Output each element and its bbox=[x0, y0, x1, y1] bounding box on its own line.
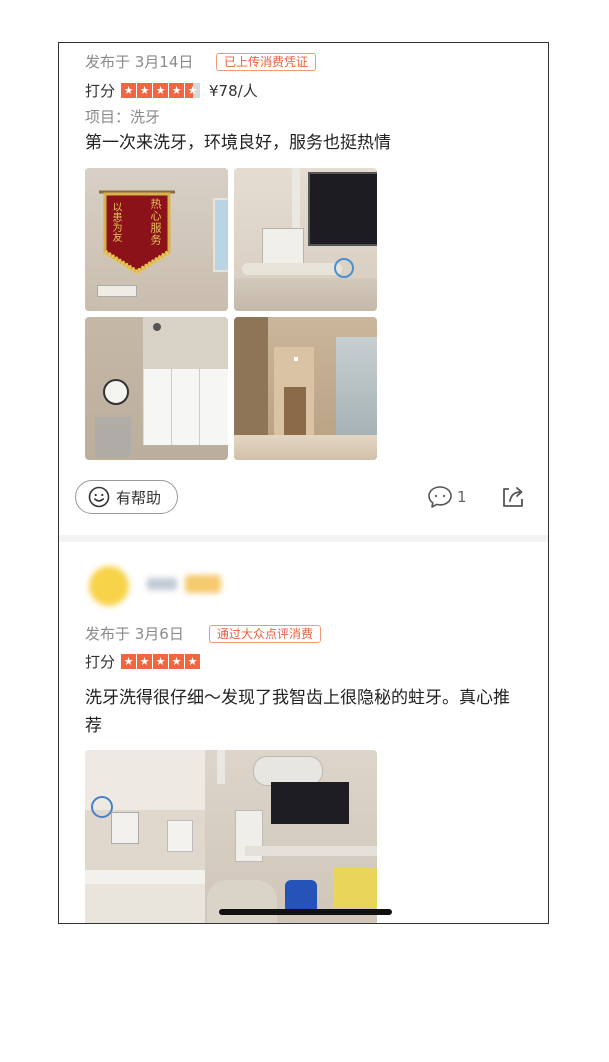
comment-button[interactable]: 1 bbox=[427, 485, 467, 509]
star-icon: ★ bbox=[137, 653, 153, 669]
half-star-icon: ★ bbox=[185, 82, 201, 98]
receipt-badge: 已上传消费凭证 bbox=[216, 53, 317, 71]
review-card-2: 发布于 3月6日 通过大众点评消费 打分 ★ ★ ★ ★ ★ 洗牙洗得很仔细～发… bbox=[59, 542, 548, 923]
share-icon bbox=[503, 487, 523, 507]
score-row: 打分 ★ ★ ★ ★ ★ ¥78/人 bbox=[85, 79, 258, 101]
review-text[interactable]: 第一次来洗牙，环境良好，服务也挺热情 bbox=[85, 129, 522, 157]
star-rating: ★ ★ ★ ★ ★ bbox=[121, 653, 201, 669]
score-label: 打分 bbox=[85, 652, 116, 671]
star-icon: ★ bbox=[185, 653, 201, 669]
project-label: 项目：洗牙 bbox=[85, 108, 161, 126]
review-text[interactable]: 洗牙洗得很仔细～发现了我智齿上很隐秘的蛀牙。真心推荐 bbox=[85, 684, 522, 740]
home-indicator bbox=[219, 909, 392, 915]
review-photo-1[interactable]: 热心服务 以患为友 bbox=[85, 168, 228, 311]
purchase-badge: 通过大众点评消费 bbox=[209, 625, 322, 643]
review-photo-3[interactable] bbox=[85, 317, 228, 460]
price-per-person: ¥78/人 bbox=[209, 81, 258, 100]
comment-icon bbox=[428, 486, 452, 508]
review-photo-5[interactable] bbox=[85, 750, 377, 923]
star-icon: ★ bbox=[121, 82, 137, 98]
avatar[interactable] bbox=[89, 566, 129, 606]
review-card-1: 发布于 3月14日 已上传消费凭证 打分 ★ ★ ★ ★ ★ ¥78/人 项目：… bbox=[59, 43, 548, 535]
star-icon: ★ bbox=[153, 82, 169, 98]
star-icon: ★ bbox=[169, 82, 185, 98]
comment-count: 1 bbox=[457, 488, 467, 506]
helpful-button[interactable]: 有帮助 bbox=[75, 480, 178, 514]
review-list: 发布于 3月14日 已上传消费凭证 打分 ★ ★ ★ ★ ★ ¥78/人 项目：… bbox=[58, 42, 549, 924]
share-button[interactable] bbox=[501, 485, 525, 513]
star-icon: ★ bbox=[121, 653, 137, 669]
review-date: 发布于 3月6日 bbox=[85, 625, 184, 643]
star-icon: ★ bbox=[169, 653, 185, 669]
helpful-label: 有帮助 bbox=[116, 488, 162, 507]
review-date: 发布于 3月14日 bbox=[85, 53, 194, 71]
review-divider bbox=[59, 535, 548, 542]
score-row: 打分 ★ ★ ★ ★ ★ bbox=[85, 650, 201, 672]
star-icon: ★ bbox=[137, 82, 153, 98]
review-photo-2[interactable] bbox=[234, 168, 377, 311]
user-level-badge bbox=[185, 575, 221, 593]
banner-text-1: 热心服务 bbox=[149, 198, 162, 246]
review-photo-4[interactable] bbox=[234, 317, 377, 460]
smile-icon bbox=[88, 486, 110, 508]
star-rating: ★ ★ ★ ★ ★ bbox=[121, 82, 201, 98]
score-label: 打分 bbox=[85, 81, 116, 100]
username[interactable] bbox=[147, 578, 177, 590]
star-icon: ★ bbox=[153, 653, 169, 669]
banner-text-2: 以患为友 bbox=[110, 202, 121, 242]
